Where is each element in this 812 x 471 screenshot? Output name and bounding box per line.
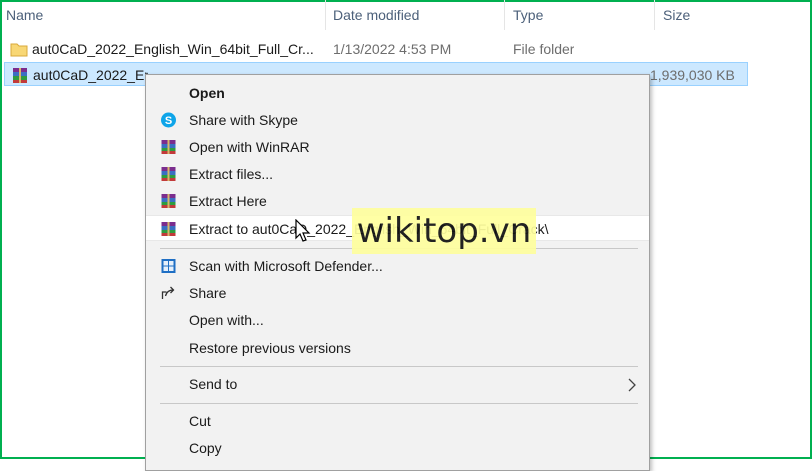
- folder-icon: [10, 43, 28, 57]
- menu-item-label: Copy: [189, 440, 222, 456]
- file-size: 1,939,030 KB: [650, 67, 735, 83]
- column-header-size[interactable]: Size: [663, 4, 690, 26]
- svg-text:S: S: [165, 115, 172, 127]
- column-divider[interactable]: [654, 0, 655, 30]
- chevron-right-icon: [628, 378, 636, 392]
- file-date: 1/13/2022 4:53 PM: [333, 41, 452, 57]
- menu-item-scan-defender[interactable]: Scan with Microsoft Defender...: [146, 253, 649, 279]
- menu-item-open[interactable]: Open: [146, 80, 649, 106]
- winrar-archive-icon: [13, 68, 27, 83]
- file-row-folder[interactable]: aut0CaD_2022_English_Win_64bit_Full_Cr..…: [4, 37, 748, 61]
- menu-item-label: Open: [189, 85, 225, 101]
- column-header-date-modified[interactable]: Date modified: [333, 4, 419, 26]
- file-name: aut0CaD_2022_English_Win_64bit_Full_Cr..…: [33, 67, 148, 83]
- file-type: File folder: [513, 41, 575, 57]
- winrar-icon: [161, 194, 176, 208]
- context-menu: Open S Share with Skype Open with WinRAR…: [145, 74, 650, 471]
- column-header-type[interactable]: Type: [513, 4, 543, 26]
- skype-icon: S: [161, 112, 176, 128]
- winrar-icon: [161, 167, 176, 181]
- winrar-icon: [161, 140, 176, 154]
- menu-separator: [160, 403, 638, 404]
- menu-item-label: Restore previous versions: [189, 340, 351, 356]
- menu-item-label: Extract files...: [189, 166, 274, 182]
- menu-item-open-with-winrar[interactable]: Open with WinRAR: [146, 134, 649, 160]
- menu-item-extract-files[interactable]: Extract files...: [146, 161, 649, 187]
- menu-separator: [160, 366, 638, 367]
- menu-item-label: Cut: [189, 413, 211, 429]
- column-header-name[interactable]: Name: [6, 4, 43, 26]
- column-divider[interactable]: [504, 0, 505, 30]
- menu-item-label: Send to: [189, 376, 238, 392]
- menu-item-send-to[interactable]: Send to: [146, 371, 649, 397]
- menu-item-label: Open with...: [189, 312, 264, 328]
- watermark-label: wikitop.vn: [352, 208, 536, 254]
- menu-item-label: Extract Here: [189, 193, 267, 209]
- mouse-pointer-icon: [295, 219, 311, 242]
- winrar-icon: [161, 222, 176, 236]
- menu-item-cut[interactable]: Cut: [146, 408, 649, 434]
- menu-item-share-with-skype[interactable]: S Share with Skype: [146, 107, 649, 133]
- menu-item-copy[interactable]: Copy: [146, 435, 649, 461]
- defender-shield-icon: [161, 259, 176, 273]
- menu-item-label: Share: [189, 285, 227, 301]
- file-name: aut0CaD_2022_English_Win_64bit_Full_Cr..…: [32, 41, 314, 57]
- column-divider[interactable]: [325, 0, 326, 30]
- menu-item-label: Share with Skype: [189, 112, 298, 128]
- menu-item-label: Scan with Microsoft Defender...: [189, 258, 383, 274]
- menu-item-restore-previous-versions[interactable]: Restore previous versions: [146, 335, 649, 361]
- share-icon: [161, 286, 175, 299]
- menu-item-label: Open with WinRAR: [189, 139, 310, 155]
- menu-item-share[interactable]: Share: [146, 280, 649, 306]
- menu-item-open-with[interactable]: Open with...: [146, 307, 649, 333]
